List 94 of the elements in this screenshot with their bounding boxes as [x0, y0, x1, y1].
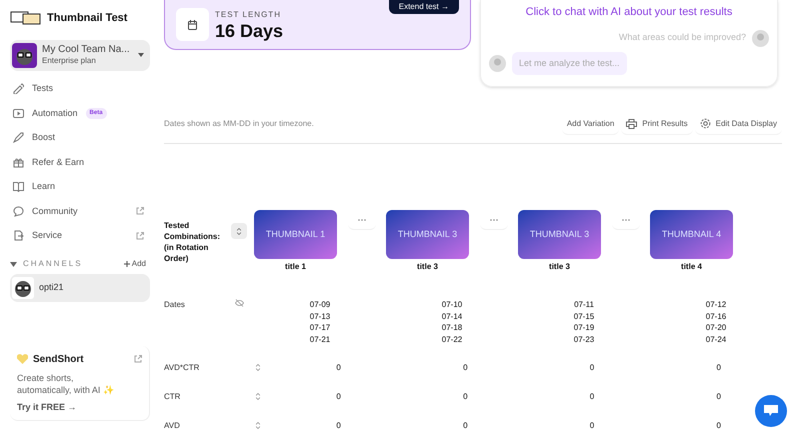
date-cell: 07-10 — [442, 299, 462, 310]
test-length-value: 16 Days — [215, 20, 284, 40]
toolbar-button[interactable]: Print Results — [621, 113, 693, 135]
sort-icon[interactable] — [256, 422, 260, 429]
table-cell: 0 — [590, 390, 594, 402]
channels-heading: CHANNELS — [23, 258, 83, 270]
plus-icon — [124, 261, 130, 267]
nav-item[interactable]: Boost — [10, 126, 150, 150]
team-selector[interactable]: My Cool Team Na... Enterprise plan — [10, 40, 150, 70]
date-cell: 07-22 — [442, 334, 462, 345]
nav-item[interactable]: Learn — [10, 174, 150, 199]
try-free-link[interactable]: Try it FREE → — [17, 400, 142, 414]
chat-message: What areas could be improved? — [618, 31, 746, 44]
promo-title: SendShort — [33, 352, 84, 366]
row-label: AVD*CTR — [164, 362, 200, 374]
chat-support-button[interactable] — [755, 395, 787, 427]
date-cell: 07-20 — [706, 322, 726, 334]
table-cell: 0 — [463, 420, 468, 432]
date-cell: 07-23 — [574, 334, 594, 345]
table-cell: 0 — [590, 420, 594, 432]
date-cell: 07-18 — [442, 322, 462, 334]
nav-item[interactable]: Community — [10, 199, 150, 224]
channel-item[interactable]: opti21 — [10, 274, 150, 302]
table-cell: 0 — [463, 362, 468, 374]
date-cell: 07-13 — [310, 310, 330, 322]
community-icon — [13, 206, 24, 217]
date-cell: 07-14 — [442, 310, 462, 322]
date-cell: 07-09 — [310, 299, 330, 310]
caret-icon — [138, 53, 144, 57]
logo-icon — [10, 11, 42, 26]
table-header-label: Tested Combinations: (in Rotation Order) — [164, 220, 221, 264]
date-cell: 07-11 — [574, 299, 594, 310]
hidden-eye-icon[interactable] — [235, 299, 244, 307]
date-cell: 07-24 — [706, 334, 726, 345]
app-title: Thumbnail Test — [47, 11, 128, 26]
table-cell: 0 — [336, 390, 341, 402]
row-label: CTR — [164, 390, 182, 402]
calendar-icon — [188, 20, 197, 30]
heart-icon — [17, 354, 28, 364]
date-cell: 07-21 — [310, 334, 330, 345]
date-cell: 07-19 — [574, 322, 594, 334]
toolbar-button[interactable]: Edit Data Display — [694, 113, 782, 135]
test-length-label: TEST LENGTH — [215, 8, 282, 20]
settings-icon — [700, 118, 711, 129]
table-cell: 0 — [336, 420, 341, 432]
sort-icon — [236, 228, 241, 234]
toolbar-button[interactable]: Add Variation — [562, 113, 620, 135]
thumbnail-card[interactable]: THUMBNAIL 4 — [650, 210, 733, 259]
table-cell: 0 — [336, 362, 341, 374]
nav-item[interactable]: Tests — [10, 76, 150, 101]
date-cell: 07-16 — [706, 310, 726, 322]
promo-text: Create shorts, automatically, with AI ✨ — [17, 372, 115, 396]
table-cell: 0 — [590, 362, 594, 374]
external-link-icon[interactable] — [134, 355, 142, 363]
chat-message: Let me analyze the test... — [512, 52, 627, 75]
variation-title: title 3 — [417, 261, 438, 273]
variation-title: title 4 — [681, 261, 702, 273]
avatar-icon — [12, 42, 37, 68]
row-label: Dates — [164, 299, 186, 311]
printer-icon — [626, 118, 638, 128]
table-cell: 0 — [463, 390, 468, 402]
add-channel-button[interactable]: Add — [124, 258, 146, 270]
thumbnail-card[interactable]: THUMBNAIL 3 — [518, 210, 601, 259]
sort-button[interactable] — [230, 223, 247, 239]
extend-test-button[interactable]: Extend test → — [388, 0, 459, 14]
sort-icon[interactable] — [256, 364, 260, 371]
variation-title: title 3 — [549, 261, 570, 273]
caret-icon[interactable] — [10, 262, 17, 266]
chat-prompt: Click to chat with AI about your test results — [524, 5, 734, 20]
date-cell: 07-15 — [574, 310, 594, 322]
thumbnail-card[interactable]: THUMBNAIL 1 — [254, 210, 337, 259]
refer-icon — [13, 156, 24, 168]
learn-icon — [13, 181, 24, 192]
chat-icon — [764, 405, 778, 417]
table-cell: 0 — [716, 362, 721, 374]
variation-title: title 1 — [285, 261, 306, 273]
boost-icon — [13, 132, 24, 144]
date-cell: 07-12 — [706, 299, 726, 310]
thumbnail-card[interactable]: THUMBNAIL 3 — [386, 210, 469, 259]
nav-item[interactable]: Refer & Earn — [10, 150, 150, 174]
table-cell: 0 — [716, 390, 721, 402]
table-cell: 0 — [716, 420, 721, 432]
avatar-icon — [752, 30, 769, 46]
automation-icon — [13, 108, 24, 119]
timezone-note: Dates shown as MM-DD in your timezone. — [164, 118, 314, 130]
date-cell: 07-17 — [310, 322, 330, 334]
nav-item[interactable]: Service — [10, 224, 150, 248]
row-label: AVD — [164, 420, 181, 432]
sort-icon[interactable] — [256, 393, 260, 400]
ai-chat-panel[interactable]: Click to chat with AI about your test results What areas could be improved? Let me analyze the test... — [480, 0, 778, 87]
service-icon — [13, 230, 24, 242]
avatar-icon — [489, 54, 506, 72]
avatar-icon — [12, 277, 34, 299]
tests-icon — [13, 83, 24, 94]
